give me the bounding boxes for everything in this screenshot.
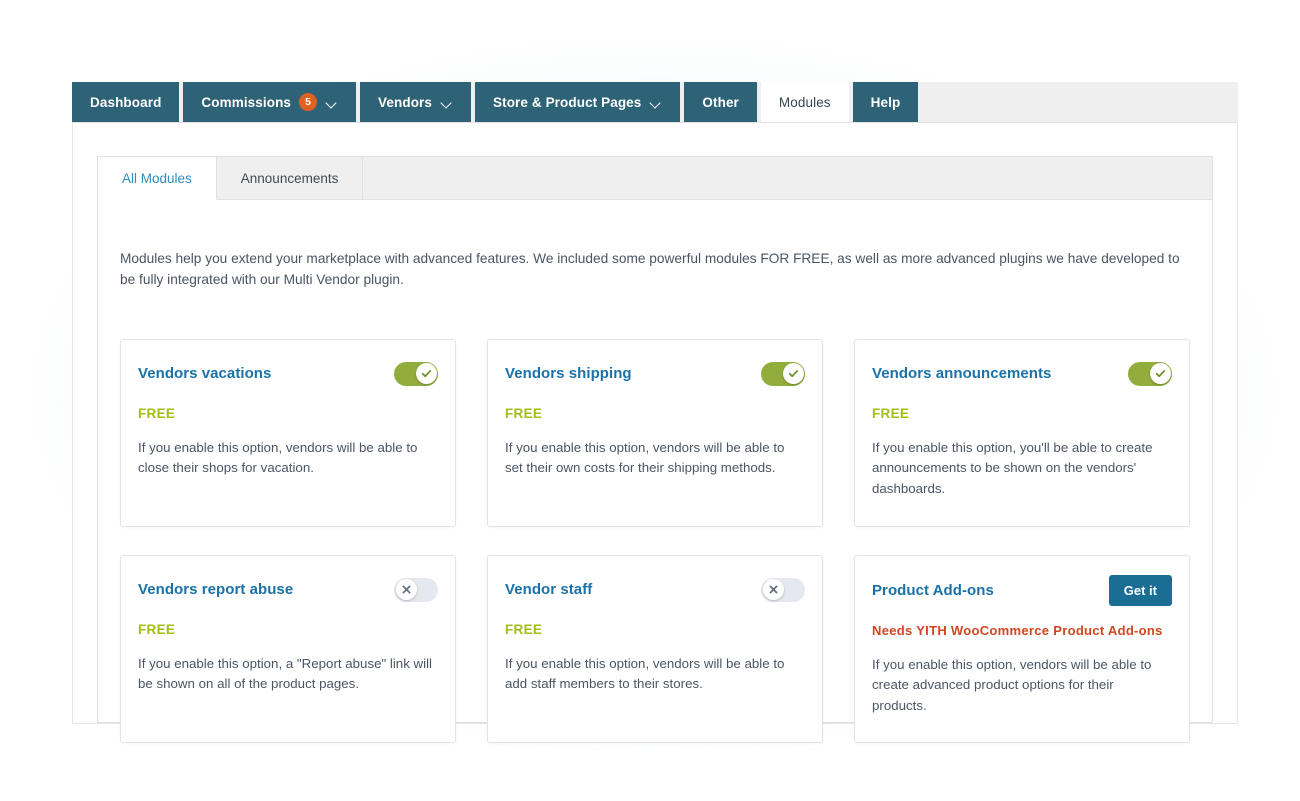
modules-panel: All Modules Announcements Modules help yo…: [72, 123, 1238, 724]
module-toggle-off[interactable]: [761, 578, 805, 602]
nav-tab-modules[interactable]: Modules: [761, 82, 849, 122]
nav-tab-badge: 5: [299, 93, 317, 111]
modules-grid: Vendors vacations FREE If you enable this …: [98, 305, 1212, 743]
module-requirement-note: Needs YITH WooCommerce Product Add-ons: [872, 623, 1172, 638]
module-card: Vendors report abuse FREE If you enable th…: [120, 555, 456, 743]
module-price-label: FREE: [138, 622, 438, 637]
module-card-title: Vendors announcements: [872, 365, 1051, 382]
module-card-description: If you enable this option, a "Report abu…: [138, 654, 438, 695]
check-icon: [416, 363, 437, 384]
module-card-title: Vendors shipping: [505, 365, 632, 382]
module-card-description: If you enable this option, vendors will …: [138, 438, 438, 479]
nav-tab-label: Dashboard: [90, 95, 161, 110]
module-card-header: Vendors announcements: [872, 359, 1172, 389]
nav-tab-other[interactable]: Other: [684, 82, 757, 122]
module-card-description: If you enable this option, vendors will …: [505, 438, 805, 479]
module-card-title: Product Add-ons: [872, 582, 994, 599]
module-card-header: Product Add-ons Get it: [872, 575, 1172, 606]
nav-tab-label: Modules: [779, 95, 831, 110]
subtab-announcements[interactable]: Announcements: [217, 157, 364, 199]
module-card: Vendors announcements FREE If you enable t…: [854, 339, 1190, 527]
modules-intro-text: Modules help you extend your marketplace…: [98, 214, 1210, 291]
module-toggle-off[interactable]: [394, 578, 438, 602]
module-toggle-on[interactable]: [394, 362, 438, 386]
module-card: Vendors vacations FREE If you enable this …: [120, 339, 456, 527]
nav-tab-label: Store & Product Pages: [493, 95, 641, 110]
module-card: Vendors shipping FREE If you enable this o…: [487, 339, 823, 527]
subtab-label: All Modules: [122, 171, 192, 186]
module-card-header: Vendor staff: [505, 575, 805, 605]
modules-panel-inner: All Modules Announcements Modules help yo…: [97, 156, 1213, 723]
nav-tab-commissions[interactable]: Commissions 5: [183, 82, 356, 122]
module-toggle-on[interactable]: [1128, 362, 1172, 386]
module-subtabs: All Modules Announcements: [98, 157, 1212, 200]
nav-tab-label: Vendors: [378, 95, 432, 110]
nav-tab-help[interactable]: Help: [853, 82, 919, 122]
chevron-down-icon: [442, 99, 453, 106]
module-card: Product Add-ons Get it Needs YITH WooComme…: [854, 555, 1190, 743]
nav-tab-label: Help: [871, 95, 901, 110]
nav-tab-label: Commissions: [201, 95, 291, 110]
close-icon: [763, 579, 784, 600]
subtab-label: Announcements: [241, 171, 339, 186]
module-card-description: If you enable this option, you'll be abl…: [872, 438, 1172, 500]
admin-panel: Dashboard Commissions 5 Vendors Store & Prod…: [72, 82, 1238, 724]
get-it-button[interactable]: Get it: [1109, 575, 1172, 606]
module-card: Vendor staff FREE If you enable this optio…: [487, 555, 823, 743]
subtab-all-modules[interactable]: All Modules: [98, 157, 217, 200]
module-card-header: Vendors shipping: [505, 359, 805, 389]
module-card-header: Vendors vacations: [138, 359, 438, 389]
close-icon: [396, 579, 417, 600]
nav-tab-label: Other: [702, 95, 739, 110]
chevron-down-icon: [327, 99, 338, 106]
nav-tab-dashboard[interactable]: Dashboard: [72, 82, 179, 122]
module-card-title: Vendor staff: [505, 581, 592, 598]
module-card-title: Vendors vacations: [138, 365, 271, 382]
module-card-header: Vendors report abuse: [138, 575, 438, 605]
module-price-label: FREE: [872, 406, 1172, 421]
module-toggle-on[interactable]: [761, 362, 805, 386]
chevron-down-icon: [651, 99, 662, 106]
check-icon: [783, 363, 804, 384]
nav-tab-store-product-pages[interactable]: Store & Product Pages: [475, 82, 680, 122]
module-card-title: Vendors report abuse: [138, 581, 293, 598]
module-price-label: FREE: [138, 406, 438, 421]
check-icon: [1150, 363, 1171, 384]
module-price-label: FREE: [505, 406, 805, 421]
module-card-description: If you enable this option, vendors will …: [505, 654, 805, 695]
module-card-description: If you enable this option, vendors will …: [872, 655, 1172, 717]
nav-tab-vendors[interactable]: Vendors: [360, 82, 471, 122]
top-nav-tabbar: Dashboard Commissions 5 Vendors Store & Prod…: [72, 82, 1238, 123]
module-price-label: FREE: [505, 622, 805, 637]
